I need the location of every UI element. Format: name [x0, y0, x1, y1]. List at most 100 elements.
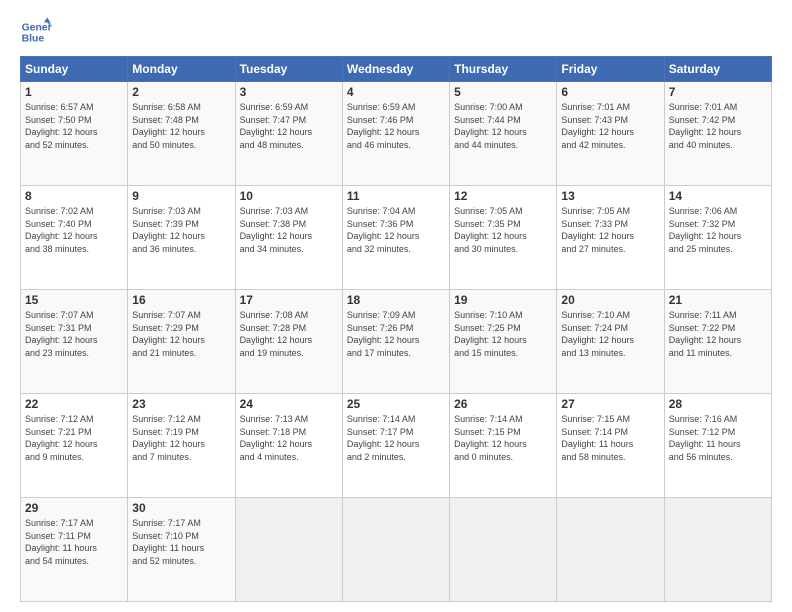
day-number: 20 [561, 293, 659, 307]
day-number: 26 [454, 397, 552, 411]
day-info: Sunrise: 7:12 AM Sunset: 7:19 PM Dayligh… [132, 413, 230, 463]
day-info: Sunrise: 7:10 AM Sunset: 7:24 PM Dayligh… [561, 309, 659, 359]
day-info: Sunrise: 7:17 AM Sunset: 7:11 PM Dayligh… [25, 517, 123, 567]
day-info: Sunrise: 7:01 AM Sunset: 7:42 PM Dayligh… [669, 101, 767, 151]
logo-icon: General Blue [20, 16, 52, 48]
day-info: Sunrise: 7:05 AM Sunset: 7:33 PM Dayligh… [561, 205, 659, 255]
day-number: 30 [132, 501, 230, 515]
day-info: Sunrise: 7:12 AM Sunset: 7:21 PM Dayligh… [25, 413, 123, 463]
calendar-cell: 1 Sunrise: 6:57 AM Sunset: 7:50 PM Daylig… [21, 82, 128, 186]
calendar-cell: 13 Sunrise: 7:05 AM Sunset: 7:33 PM Dayli… [557, 186, 664, 290]
calendar-header-monday: Monday [128, 57, 235, 82]
day-number: 5 [454, 85, 552, 99]
day-number: 19 [454, 293, 552, 307]
calendar-cell: 15 Sunrise: 7:07 AM Sunset: 7:31 PM Dayli… [21, 290, 128, 394]
day-number: 4 [347, 85, 445, 99]
day-number: 1 [25, 85, 123, 99]
day-info: Sunrise: 7:14 AM Sunset: 7:17 PM Dayligh… [347, 413, 445, 463]
calendar-header-wednesday: Wednesday [342, 57, 449, 82]
day-info: Sunrise: 6:58 AM Sunset: 7:48 PM Dayligh… [132, 101, 230, 151]
day-number: 22 [25, 397, 123, 411]
day-info: Sunrise: 7:11 AM Sunset: 7:22 PM Dayligh… [669, 309, 767, 359]
calendar-cell: 18 Sunrise: 7:09 AM Sunset: 7:26 PM Dayli… [342, 290, 449, 394]
calendar-cell: 5Sunrise: 7:00 AM Sunset: 7:44 PM Daylig… [450, 82, 557, 186]
day-info: Sunrise: 7:07 AM Sunset: 7:31 PM Dayligh… [25, 309, 123, 359]
logo: General Blue [20, 16, 52, 48]
calendar-week-4: 22 Sunrise: 7:12 AM Sunset: 7:21 PM Dayli… [21, 394, 772, 498]
day-number: 17 [240, 293, 338, 307]
calendar-cell: 16 Sunrise: 7:07 AM Sunset: 7:29 PM Dayli… [128, 290, 235, 394]
day-info: Sunrise: 7:01 AM Sunset: 7:43 PM Dayligh… [561, 101, 659, 151]
svg-text:Blue: Blue [22, 34, 45, 45]
calendar-cell: 11 Sunrise: 7:04 AM Sunset: 7:36 PM Dayli… [342, 186, 449, 290]
day-info: Sunrise: 7:14 AM Sunset: 7:15 PM Dayligh… [454, 413, 552, 463]
calendar-cell: 24Sunrise: 7:13 AM Sunset: 7:18 PM Dayli… [235, 394, 342, 498]
calendar-week-1: 1 Sunrise: 6:57 AM Sunset: 7:50 PM Daylig… [21, 82, 772, 186]
calendar-cell: 27 Sunrise: 7:15 AM Sunset: 7:14 PM Dayli… [557, 394, 664, 498]
calendar: SundayMondayTuesdayWednesdayThursdayFrid… [20, 56, 772, 602]
calendar-cell: 12 Sunrise: 7:05 AM Sunset: 7:35 PM Dayli… [450, 186, 557, 290]
day-number: 12 [454, 189, 552, 203]
day-info: Sunrise: 7:03 AM Sunset: 7:38 PM Dayligh… [240, 205, 338, 255]
day-number: 29 [25, 501, 123, 515]
day-number: 18 [347, 293, 445, 307]
calendar-header-thursday: Thursday [450, 57, 557, 82]
day-info: Sunrise: 6:59 AM Sunset: 7:47 PM Dayligh… [240, 101, 338, 151]
calendar-cell [664, 498, 771, 602]
day-info: Sunrise: 6:57 AM Sunset: 7:50 PM Dayligh… [25, 101, 123, 151]
day-number: 13 [561, 189, 659, 203]
calendar-cell: 19Sunrise: 7:10 AM Sunset: 7:25 PM Dayli… [450, 290, 557, 394]
calendar-cell: 26 Sunrise: 7:14 AM Sunset: 7:15 PM Dayli… [450, 394, 557, 498]
calendar-cell: 30 Sunrise: 7:17 AM Sunset: 7:10 PM Dayli… [128, 498, 235, 602]
day-number: 10 [240, 189, 338, 203]
day-number: 16 [132, 293, 230, 307]
calendar-cell: 14Sunrise: 7:06 AM Sunset: 7:32 PM Dayli… [664, 186, 771, 290]
day-info: Sunrise: 7:16 AM Sunset: 7:12 PM Dayligh… [669, 413, 767, 463]
day-info: Sunrise: 7:04 AM Sunset: 7:36 PM Dayligh… [347, 205, 445, 255]
day-number: 9 [132, 189, 230, 203]
day-info: Sunrise: 7:08 AM Sunset: 7:28 PM Dayligh… [240, 309, 338, 359]
calendar-week-3: 15 Sunrise: 7:07 AM Sunset: 7:31 PM Dayli… [21, 290, 772, 394]
calendar-cell: 29 Sunrise: 7:17 AM Sunset: 7:11 PM Dayli… [21, 498, 128, 602]
calendar-cell: 20 Sunrise: 7:10 AM Sunset: 7:24 PM Dayli… [557, 290, 664, 394]
day-number: 7 [669, 85, 767, 99]
calendar-week-2: 8Sunrise: 7:02 AM Sunset: 7:40 PM Daylig… [21, 186, 772, 290]
calendar-header-saturday: Saturday [664, 57, 771, 82]
calendar-cell: 23 Sunrise: 7:12 AM Sunset: 7:19 PM Dayli… [128, 394, 235, 498]
calendar-cell: 9Sunrise: 7:03 AM Sunset: 7:39 PM Daylig… [128, 186, 235, 290]
day-info: Sunrise: 7:15 AM Sunset: 7:14 PM Dayligh… [561, 413, 659, 463]
calendar-cell [342, 498, 449, 602]
day-info: Sunrise: 7:17 AM Sunset: 7:10 PM Dayligh… [132, 517, 230, 567]
calendar-cell: 3Sunrise: 6:59 AM Sunset: 7:47 PM Daylig… [235, 82, 342, 186]
day-info: Sunrise: 7:13 AM Sunset: 7:18 PM Dayligh… [240, 413, 338, 463]
day-info: Sunrise: 7:02 AM Sunset: 7:40 PM Dayligh… [25, 205, 123, 255]
day-info: Sunrise: 6:59 AM Sunset: 7:46 PM Dayligh… [347, 101, 445, 151]
calendar-header-sunday: Sunday [21, 57, 128, 82]
calendar-cell [235, 498, 342, 602]
day-number: 21 [669, 293, 767, 307]
calendar-week-5: 29 Sunrise: 7:17 AM Sunset: 7:11 PM Dayli… [21, 498, 772, 602]
day-number: 11 [347, 189, 445, 203]
calendar-header-tuesday: Tuesday [235, 57, 342, 82]
calendar-cell: 10 Sunrise: 7:03 AM Sunset: 7:38 PM Dayli… [235, 186, 342, 290]
day-number: 14 [669, 189, 767, 203]
calendar-cell [557, 498, 664, 602]
calendar-cell: 25 Sunrise: 7:14 AM Sunset: 7:17 PM Dayli… [342, 394, 449, 498]
calendar-cell: 21 Sunrise: 7:11 AM Sunset: 7:22 PM Dayli… [664, 290, 771, 394]
day-info: Sunrise: 7:09 AM Sunset: 7:26 PM Dayligh… [347, 309, 445, 359]
day-number: 25 [347, 397, 445, 411]
header: General Blue [20, 16, 772, 48]
day-number: 6 [561, 85, 659, 99]
day-info: Sunrise: 7:05 AM Sunset: 7:35 PM Dayligh… [454, 205, 552, 255]
calendar-cell: 7 Sunrise: 7:01 AM Sunset: 7:42 PM Daylig… [664, 82, 771, 186]
day-number: 27 [561, 397, 659, 411]
calendar-cell: 17 Sunrise: 7:08 AM Sunset: 7:28 PM Dayli… [235, 290, 342, 394]
calendar-header-friday: Friday [557, 57, 664, 82]
calendar-cell: 8Sunrise: 7:02 AM Sunset: 7:40 PM Daylig… [21, 186, 128, 290]
day-number: 15 [25, 293, 123, 307]
calendar-cell: 28Sunrise: 7:16 AM Sunset: 7:12 PM Dayli… [664, 394, 771, 498]
day-number: 23 [132, 397, 230, 411]
day-info: Sunrise: 7:07 AM Sunset: 7:29 PM Dayligh… [132, 309, 230, 359]
calendar-cell: 4 Sunrise: 6:59 AM Sunset: 7:46 PM Daylig… [342, 82, 449, 186]
calendar-cell: 6 Sunrise: 7:01 AM Sunset: 7:43 PM Daylig… [557, 82, 664, 186]
